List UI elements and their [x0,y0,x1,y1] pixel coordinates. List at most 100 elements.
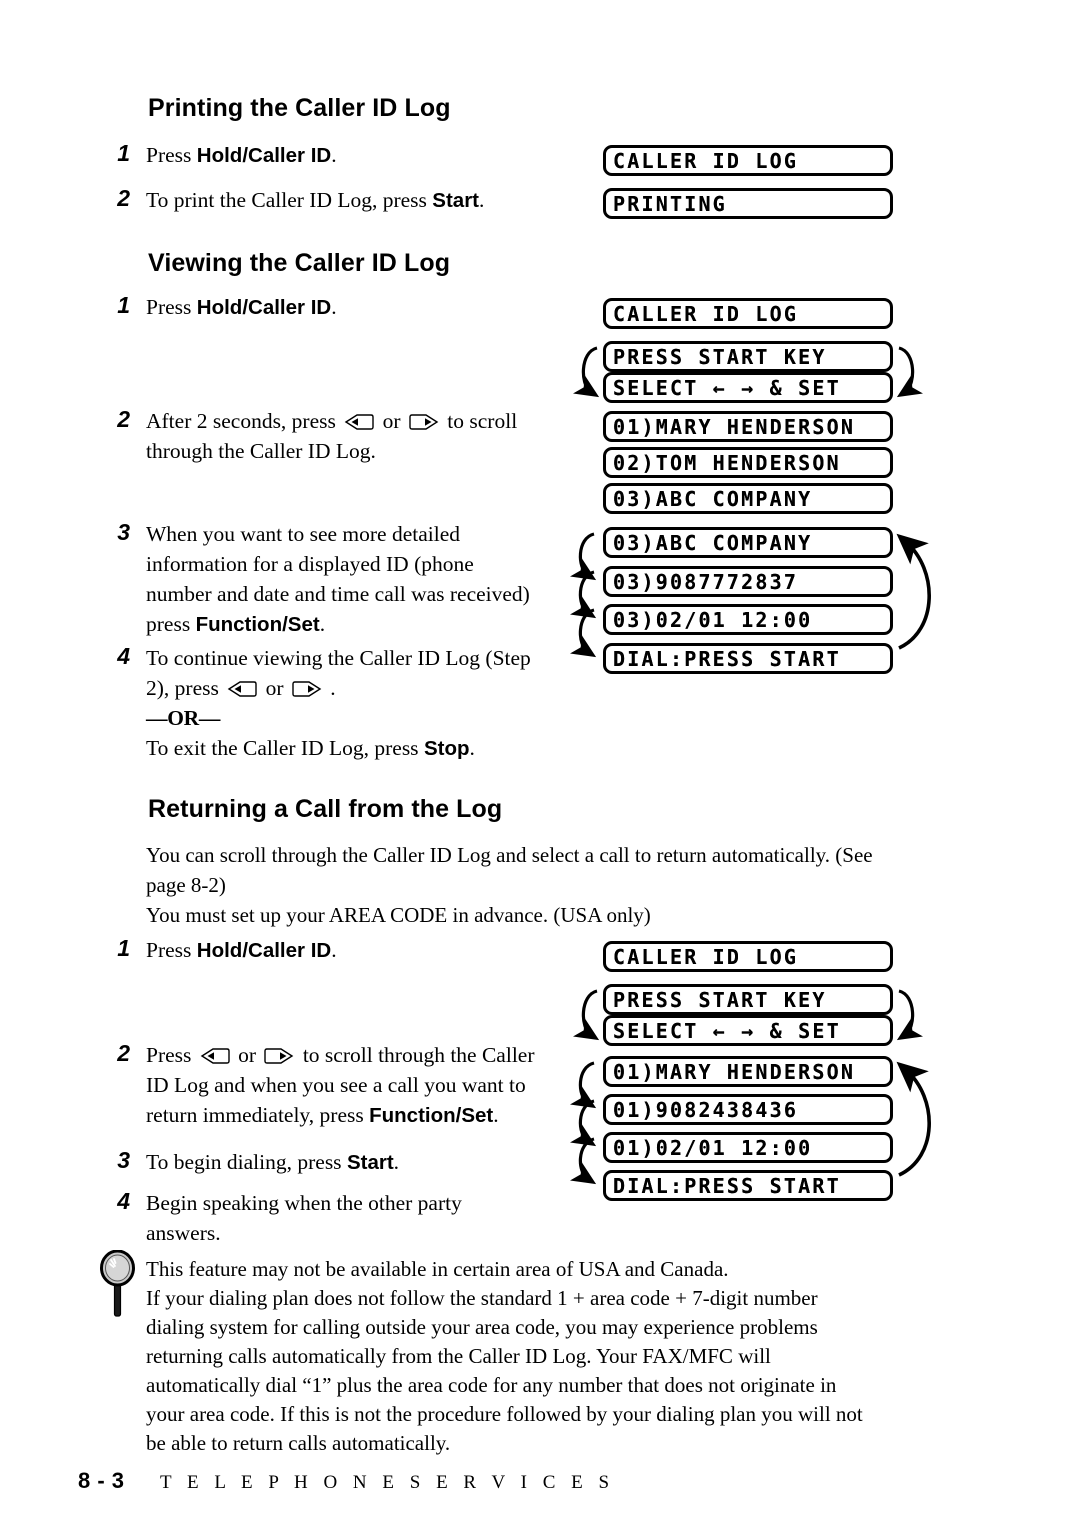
step-text: Press Hold/Caller ID. [146,292,337,323]
lcd-text: PRESS START KEY [613,344,827,369]
lcd-text: 03)ABC COMPANY [613,486,813,511]
lcd-display: DIAL:PRESS START [603,1170,893,1201]
step-number: 3 [117,1147,130,1173]
lcd-display: 03)ABC COMPANY [603,527,893,558]
lcd-display: CALLER ID LOG [603,298,893,329]
button-name-hold-caller-id: Hold/Caller ID [196,144,332,167]
lcd-display: CALLER ID LOG [603,941,893,972]
button-name-function-set: Function/Set [369,1104,494,1127]
lcd-display: DIAL:PRESS START [603,643,893,674]
step-text: After 2 seconds, press or to scroll thro… [146,406,576,466]
lcd-text: 01)9082438436 [613,1097,799,1122]
step-text-line3: number and date and time call was receiv… [146,582,530,606]
step-text-line3-post: . [493,1103,499,1127]
step-text: To print the Caller ID Log, press Start. [146,185,484,216]
step-text-pre: Press [146,938,197,962]
step-text: Press Hold/Caller ID. [146,140,337,171]
lcd-display: 01)02/01 12:00 [603,1132,893,1163]
intro-line2: page 8-2) [146,873,226,897]
lcd-text: SELECT ← → & SET [613,1018,841,1043]
step-text-line1: When you want to see more detailed [146,522,461,546]
step-number: 2 [117,406,130,432]
lcd-text: 02)TOM HENDERSON [613,450,841,475]
lcd-display: 02)TOM HENDERSON [603,447,893,478]
step-text-line1: Begin speaking when the other party [146,1191,462,1215]
step-number: 2 [117,185,130,211]
step-text-post: to scroll through the Caller [302,1043,535,1067]
note-line: If your dialing plan does not follow the… [146,1286,818,1310]
note-line: This feature may not be available in cer… [146,1257,729,1281]
step-number: 1 [117,140,130,166]
magnifier-icon [94,1249,142,1320]
note-line: dialing system for calling outside your … [146,1315,818,1339]
step-text-pre: To begin dialing, press [146,1150,347,1174]
lcd-display: PRESS START KEY [603,341,893,372]
intro-line1: You can scroll through the Caller ID Log… [146,843,873,867]
right-arrow-key-icon [409,413,439,431]
lcd-display: 01)9082438436 [603,1094,893,1125]
step-text-pre: To print the Caller ID Log, press [146,188,433,212]
lcd-text: PRESS START KEY [613,987,827,1012]
heading-printing-caller-id-log: Printing the Caller ID Log [148,94,451,122]
lcd-display: PRINTING [603,188,893,219]
left-arrow-key-icon [227,680,257,698]
lcd-text: 01)02/01 12:00 [613,1135,813,1160]
step-text: To begin dialing, press Start. [146,1147,399,1178]
lcd-text: 01)MARY HENDERSON [613,414,856,439]
step-text-post: . [331,143,337,167]
button-name-function-set: Function/Set [195,613,320,636]
note-line: automatically dial “1” plus the area cod… [146,1373,837,1397]
footer-section-title: T E L E P H O N E S E R V I C E S [160,1472,615,1493]
step-text-line2: ID Log and when you see a call you want … [146,1073,526,1097]
heading-viewing-caller-id-log: Viewing the Caller ID Log [148,249,451,277]
button-name-hold-caller-id: Hold/Caller ID [196,296,332,319]
lcd-text: DIAL:PRESS START [613,1173,841,1198]
lcd-text: 03)9087772837 [613,569,799,594]
step-number: 1 [117,935,130,961]
step-text-post: . [393,1150,400,1174]
step-text-line2: through the Caller ID Log. [146,439,376,463]
heading-returning-a-call-from-the-log: Returning a Call from the Log [148,795,503,823]
step-text-line3-post: . [469,736,475,760]
button-name-stop: Stop [423,737,470,760]
lcd-text: CALLER ID LOG [613,148,799,173]
step-text-or: or [382,409,401,433]
button-name-hold-caller-id: Hold/Caller ID [196,939,332,962]
intro-line3: You must set up your AREA CODE in advanc… [146,903,651,927]
step-text-line3-pre: return immediately, press [146,1103,370,1127]
step-text-or: or [238,1043,257,1067]
right-arrow-key-icon [292,680,322,698]
step-number: 1 [117,292,130,318]
manual-page: Printing the Caller ID Log 1 Press Hold/… [0,0,1080,1529]
lcd-display: 01)MARY HENDERSON [603,1056,893,1087]
step-text-line2-post: . [330,676,336,700]
step-text-post: . [479,188,485,212]
intro-paragraph: You can scroll through the Caller ID Log… [146,840,946,930]
lcd-text: 03)ABC COMPANY [613,530,813,555]
step-text-post: . [331,295,337,319]
lcd-display: 03)02/01 12:00 [603,604,893,635]
lcd-display: 03)9087772837 [603,566,893,597]
left-arrow-key-icon [344,413,374,431]
step-text-line1: To continue viewing the Caller ID Log (S… [146,646,531,670]
step-number: 3 [117,519,130,545]
note-line: returning calls automatically from the C… [146,1344,771,1368]
step-text-pre: Press [146,1043,192,1067]
button-name-start: Start [346,1151,394,1174]
note-line: your area code. If this is not the proce… [146,1402,863,1426]
lcd-text: CALLER ID LOG [613,301,799,326]
lcd-display: SELECT ← → & SET [603,372,893,403]
step-text-line3-pre: To exit the Caller ID Log, press [146,736,424,760]
right-arrow-key-icon [264,1047,294,1065]
or-separator: —OR— [146,706,221,730]
lcd-text: CALLER ID LOG [613,944,799,969]
lcd-text: SELECT ← → & SET [613,375,841,400]
lcd-text: 03)02/01 12:00 [613,607,813,632]
footer-page-number: 8 - 3 [78,1468,125,1493]
step-text-or: or [265,676,284,700]
step-text-line2: information for a displayed ID (phone [146,552,474,576]
step-text-pre: Press [146,143,197,167]
left-arrow-key-icon [200,1047,230,1065]
lcd-text: DIAL:PRESS START [613,646,841,671]
step-text: Press or to scroll through the Caller ID… [146,1040,576,1131]
